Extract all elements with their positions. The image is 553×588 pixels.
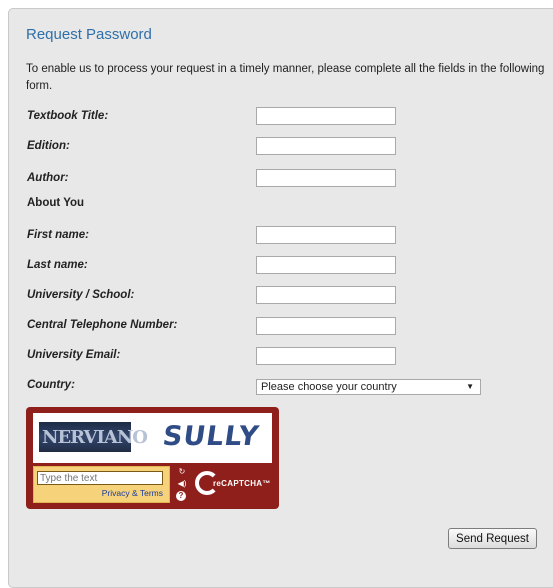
dropdown-arrow-icon: ▼ — [466, 382, 474, 391]
captcha-response-field[interactable] — [37, 471, 163, 485]
textbook-title-label: Textbook Title: — [27, 110, 109, 122]
first-name-field[interactable] — [256, 226, 396, 244]
country-select[interactable]: Please choose your country ▼ — [256, 379, 481, 395]
audio-icon[interactable]: ◀) — [176, 479, 188, 489]
edition-field[interactable] — [256, 137, 396, 155]
recaptcha-widget: NERVIANO SULLY Privacy & Terms ↻ ◀) ? re… — [26, 407, 279, 509]
email-label: University Email: — [27, 349, 121, 361]
country-label: Country: — [27, 379, 75, 391]
last-name-field[interactable] — [256, 256, 396, 274]
refresh-icon[interactable]: ↻ — [176, 467, 188, 477]
author-field[interactable] — [256, 169, 396, 187]
phone-field[interactable] — [256, 317, 396, 335]
last-name-label: Last name: — [27, 259, 88, 271]
edition-label: Edition: — [27, 140, 70, 152]
send-request-button[interactable]: Send Request — [448, 528, 537, 549]
about-you-heading: About You — [27, 197, 85, 209]
country-select-value: Please choose your country — [261, 381, 397, 393]
help-icon[interactable]: ? — [176, 491, 186, 501]
phone-label: Central Telephone Number: — [27, 319, 178, 331]
university-label: University / School: — [27, 289, 135, 301]
captcha-image: NERVIANO SULLY — [33, 413, 272, 463]
privacy-terms-link[interactable]: Privacy & Terms — [102, 488, 163, 498]
page-title: Request Password — [26, 26, 152, 43]
intro-text: To enable us to process your request in … — [26, 63, 545, 92]
captcha-word-2: SULLY — [160, 421, 262, 452]
university-field[interactable] — [256, 286, 396, 304]
recaptcha-logo: reCAPTCHA™ — [195, 468, 272, 501]
captcha-word-1: NERVIANO — [39, 422, 148, 452]
textbook-title-field[interactable] — [256, 107, 396, 125]
first-name-label: First name: — [27, 229, 89, 241]
email-field[interactable] — [256, 347, 396, 365]
captcha-response-area: Privacy & Terms — [33, 466, 170, 503]
author-label: Author: — [27, 172, 69, 184]
